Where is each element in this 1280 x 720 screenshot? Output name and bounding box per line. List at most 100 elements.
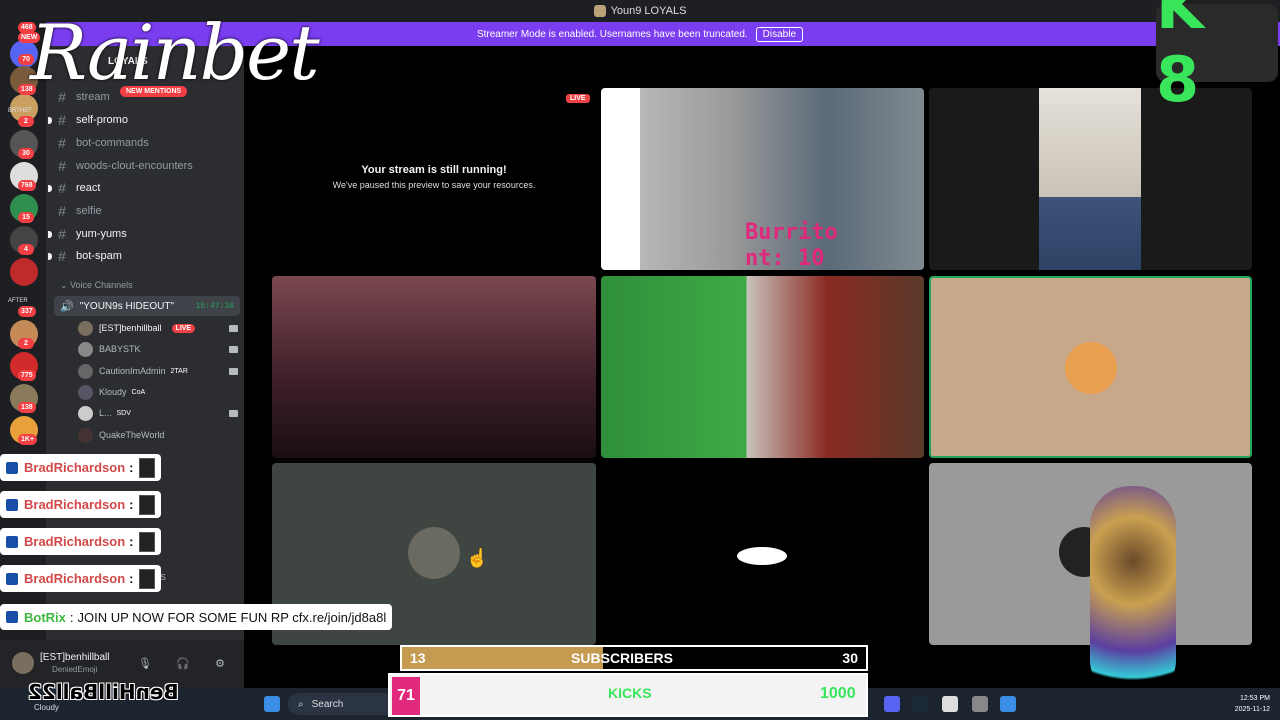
emote-icon — [139, 568, 156, 589]
botrix-message: BotRix : JOIN UP NOW FOR SOME FUN RP cfx… — [0, 604, 393, 630]
channel-bot-commands[interactable]: # bot-commands — [54, 133, 240, 153]
weather-widget[interactable]: Cloudy — [34, 703, 59, 712]
video-tile[interactable] — [272, 276, 596, 458]
unread-indicator — [48, 230, 52, 238]
mirrored-name-overlay: BenHillBall22 — [28, 680, 179, 704]
voice-user-quaketheworld[interactable]: QuakeTheWorld — [78, 426, 238, 444]
microphone-icon[interactable]: 🎙 — [138, 658, 152, 670]
channel-woods-clout-encounters[interactable]: # woods-clout-encounters — [54, 156, 240, 176]
chat-user: BradRichardson — [24, 571, 126, 586]
rail-badge: 4 — [18, 244, 34, 255]
headphones-icon[interactable]: 🎧 — [176, 658, 190, 670]
subscriber-count: 13 — [410, 650, 426, 666]
screen: Youn9 LOYALS Streamer Mode is enabled. U… — [0, 0, 1280, 720]
category-label: Voice Channels — [70, 280, 133, 290]
live-badge: LIVE — [171, 323, 196, 333]
search-placeholder: Search — [311, 698, 344, 710]
settings-icon[interactable] — [972, 696, 988, 712]
clock-time: 12:53 PM — [1240, 695, 1270, 702]
channel-label: bot-commands — [76, 137, 149, 149]
user-tag: 2TAR — [170, 367, 188, 375]
kicks-value: 1000 — [820, 685, 856, 702]
hash-icon: # — [58, 180, 66, 196]
cursor-hand-icon: ☝ — [466, 548, 489, 568]
rail-badge: 768 — [18, 180, 36, 191]
chat-message: BradRichardson : — [0, 528, 162, 555]
emote-icon — [139, 531, 156, 552]
kicks-label: KICKS — [608, 685, 652, 701]
rail-badge: 775 — [18, 370, 36, 381]
chat-message: BradRichardson : — [0, 491, 162, 518]
clock-date: 2025-11-12 — [1234, 706, 1270, 713]
steam-icon[interactable] — [912, 696, 928, 712]
voice-user-name: Kloudy — [99, 387, 127, 397]
channel-bot-spam[interactable]: # bot-spam — [48, 246, 240, 266]
preview-subtitle: We've paused this preview to save your r… — [332, 180, 536, 190]
avatar — [78, 320, 93, 336]
chat-message: BradRichardson : — [0, 565, 162, 592]
avatar — [78, 341, 93, 357]
chevron-down-icon: ⌄ — [60, 280, 71, 290]
chat-separator: : — [129, 534, 134, 549]
voice-user-benhillball[interactable]: [EST]benhillball LIVE — [78, 319, 238, 337]
user-name: [EST]benhillball — [40, 652, 110, 663]
unread-indicator — [48, 116, 52, 124]
burrito-line: nt: 10 — [745, 246, 825, 271]
channel-yum-yums[interactable]: # yum-yums — [48, 224, 240, 244]
voice-user-babystk[interactable]: BABYSTK — [78, 340, 238, 358]
badge-icon — [6, 611, 18, 623]
voice-user-cautionimadmin[interactable]: CautionImAdmin 2TAR — [78, 362, 238, 380]
voice-category[interactable]: ⌄ Voice Channels — [60, 280, 133, 291]
chat-separator: : — [129, 497, 134, 512]
chat-separator: : — [129, 571, 134, 586]
live-badge: LIVE — [566, 94, 590, 103]
rail-label: AFTER — [8, 298, 28, 304]
participant-avatar — [408, 527, 460, 579]
user-tag: CoA — [131, 388, 146, 396]
user-avatar[interactable] — [12, 652, 34, 674]
voice-user-kloudy[interactable]: Kloudy CoA — [78, 383, 238, 401]
gear-icon[interactable]: ⚙ — [214, 658, 226, 670]
unread-indicator — [48, 252, 52, 260]
rail-badge: 337 — [18, 306, 36, 317]
channel-selfie[interactable]: # selfie — [54, 201, 240, 221]
channel-label: yum-yums — [76, 228, 127, 240]
emote-icon — [139, 457, 156, 478]
hash-icon: # — [58, 203, 66, 219]
hash-icon: # — [58, 135, 66, 151]
camera-icon — [229, 345, 238, 353]
participant-avatar — [1065, 342, 1117, 394]
channel-react[interactable]: # react — [48, 178, 240, 198]
hash-icon: # — [58, 158, 66, 174]
voice-user-l[interactable]: L... SDV — [78, 404, 238, 422]
video-tile[interactable] — [601, 463, 924, 645]
channel-self-promo[interactable]: # self-promo — [48, 110, 240, 130]
discord-icon[interactable] — [884, 696, 900, 712]
speaker-icon: 🔊 — [60, 300, 74, 313]
voice-user-name: CautionImAdmin — [99, 366, 166, 376]
channel-label: react — [76, 182, 101, 194]
voice-channel-hideout[interactable]: 🔊 "YOUN9s HIDEOUT" 15:47:36 — [54, 296, 240, 316]
rainbet-logo: Rainbet — [30, 8, 320, 97]
video-tile-speaking[interactable] — [929, 276, 1252, 458]
windows-start-icon[interactable] — [264, 696, 280, 712]
video-tile[interactable] — [601, 276, 924, 458]
voice-user-name: [EST]benhillball — [99, 323, 162, 333]
chat-user: BradRichardson — [24, 497, 126, 512]
obs-icon[interactable] — [942, 696, 958, 712]
character-sticker — [1090, 486, 1176, 700]
voice-user-name: BABYSTK — [99, 344, 141, 354]
avatar — [78, 427, 93, 443]
rail-badge: 2 — [18, 116, 34, 127]
chat-separator: : — [69, 609, 74, 625]
emote-icon — [139, 494, 156, 515]
burrito-line: Burrito — [745, 220, 838, 245]
app-icon[interactable] — [1000, 696, 1016, 712]
badge-icon — [6, 498, 18, 511]
taskbar-clock[interactable]: 12:53 PM 2025-11-12 — [1200, 693, 1270, 715]
kicks-widget: 71 KICKS 1000 — [388, 673, 868, 717]
disable-streamer-mode-button[interactable]: Disable — [755, 26, 804, 42]
chat-message: BradRichardson : — [0, 454, 162, 481]
server-icon[interactable] — [10, 258, 38, 286]
rail-badge: 15 — [18, 212, 34, 223]
